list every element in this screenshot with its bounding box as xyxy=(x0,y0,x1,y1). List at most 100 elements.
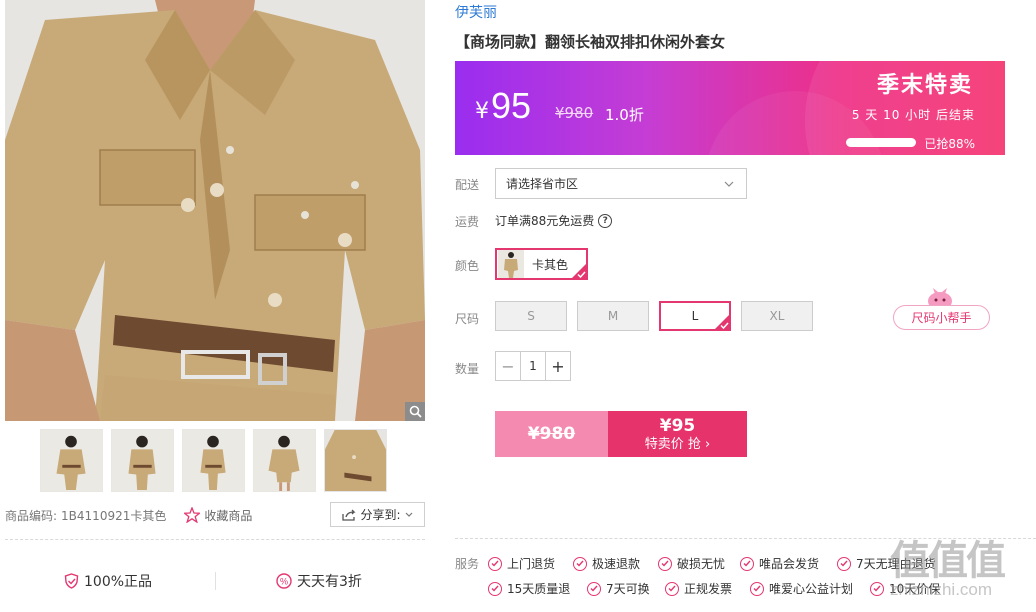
service-item: 极速退款 xyxy=(573,555,640,572)
selected-check-icon xyxy=(572,264,586,278)
check-circle-icon xyxy=(658,556,672,571)
divider xyxy=(5,539,425,540)
size-option-l-label: L xyxy=(691,309,699,323)
quantity-input[interactable]: 1 xyxy=(520,352,546,380)
color-swatch-thumbnail xyxy=(498,250,524,278)
buy-button-group: ¥980 ¥95 特卖价 抢 › xyxy=(495,411,747,457)
quantity-increase-button[interactable]: + xyxy=(546,352,570,380)
zoom-button[interactable] xyxy=(405,402,425,421)
color-label: 颜色 xyxy=(455,259,480,273)
service-item-label: 唯品会发货 xyxy=(759,557,820,571)
service-item: 正规发票 xyxy=(665,580,732,597)
quantity-stepper: − 1 + xyxy=(495,351,571,381)
discount-rate: 1.0折 xyxy=(605,106,644,124)
service-item: 唯品会发货 xyxy=(740,555,819,572)
color-option-label: 卡其色 xyxy=(532,257,569,272)
sale-title: 季末特卖 xyxy=(876,73,973,98)
size-option-xl[interactable]: XL xyxy=(741,301,813,331)
color-option-khaki[interactable]: 卡其色 xyxy=(495,248,588,280)
thumbnail-2[interactable] xyxy=(111,429,174,492)
service-item-label: 15天质量退 xyxy=(507,582,571,596)
buy-now-price: ¥95 xyxy=(659,415,696,436)
check-circle-icon xyxy=(740,556,754,571)
buy-now-label: 特卖价 抢 › xyxy=(644,436,711,452)
price-banner: ¥ 95 ¥980 1.0折 季末特卖 5 天 10 小时 后结束 已抢88% xyxy=(455,61,1005,155)
check-circle-icon xyxy=(488,556,502,571)
thumbnail-1[interactable] xyxy=(40,429,103,492)
svg-text:%: % xyxy=(280,577,288,587)
check-circle-icon xyxy=(665,581,679,596)
currency-symbol: ¥ xyxy=(475,99,489,124)
quantity-decrease-button[interactable]: − xyxy=(496,352,520,380)
question-icon[interactable]: ? xyxy=(598,213,613,228)
buy-original-price: ¥980 xyxy=(495,411,608,457)
product-main-image[interactable] xyxy=(5,0,425,421)
chevron-down-icon xyxy=(724,181,734,187)
service-item: 7天可换 xyxy=(587,580,650,597)
product-meta-row: 商品编码: 1B4110921卡其色 收藏商品 分享到: xyxy=(5,502,425,527)
check-circle-icon xyxy=(870,581,884,596)
service-item-label: 正规发票 xyxy=(684,582,733,596)
product-code-value: 1B4110921卡其色 xyxy=(61,508,167,523)
service-item-label: 唯爱心公益计划 xyxy=(769,582,854,596)
caret-down-icon xyxy=(405,512,412,517)
size-helper-button[interactable]: 尺码小帮手 xyxy=(893,305,990,330)
star-icon xyxy=(184,507,201,523)
shipping-label: 运费 xyxy=(455,215,480,229)
service-item-label: 上门退货 xyxy=(507,557,556,571)
shipping-text: 订单满88元免运费 xyxy=(495,214,595,228)
product-code-label: 商品编码: xyxy=(5,508,58,523)
buy-now-button[interactable]: ¥95 特卖价 抢 › xyxy=(608,411,747,457)
service-item: 15天质量退 xyxy=(488,580,570,597)
service-item: 上门退货 xyxy=(488,555,555,572)
magnifier-icon xyxy=(409,405,422,418)
promise-daily-discount-label: 天天有3折 xyxy=(297,574,362,590)
check-circle-icon xyxy=(750,581,764,596)
service-item-label: 7天可换 xyxy=(606,582,650,596)
check-circle-icon xyxy=(573,556,587,571)
sold-progress-bar xyxy=(846,138,916,147)
service-item: 唯爱心公益计划 xyxy=(750,580,853,597)
services-label: 服务 xyxy=(455,557,480,571)
favorite-button[interactable]: 收藏商品 xyxy=(184,507,252,524)
favorite-label: 收藏商品 xyxy=(204,508,253,523)
service-item-label: 极速退款 xyxy=(592,557,641,571)
thumbnail-3[interactable] xyxy=(182,429,245,492)
current-price-value: 95 xyxy=(491,85,532,126)
delivery-label: 配送 xyxy=(455,178,480,192)
share-label: 分享到: xyxy=(360,508,401,522)
watermark-url: zhizhizhi.com xyxy=(890,580,993,599)
promise-daily-discount: % 天天有3折 xyxy=(276,571,362,591)
promise-authentic-label: 100%正品 xyxy=(84,574,153,590)
quantity-label: 数量 xyxy=(455,362,480,376)
thumbnail-strip xyxy=(40,429,387,492)
shield-icon xyxy=(64,573,79,589)
watermark-glyphs: 值值值 xyxy=(890,538,1006,584)
current-price: ¥ 95 xyxy=(475,85,531,127)
check-circle-icon xyxy=(587,581,601,596)
sold-percentage: 已抢88% xyxy=(924,137,975,151)
size-label: 尺码 xyxy=(455,312,480,326)
percent-badge-icon: % xyxy=(276,573,292,589)
check-circle-icon xyxy=(837,556,851,571)
size-option-l[interactable]: L xyxy=(659,301,731,331)
divider xyxy=(215,572,216,590)
thumbnail-4[interactable] xyxy=(253,429,316,492)
sold-progress-fill xyxy=(847,139,907,146)
selected-check-icon xyxy=(714,314,730,330)
share-button[interactable]: 分享到: xyxy=(330,502,425,527)
size-option-m[interactable]: M xyxy=(577,301,649,331)
service-item: 破损无忧 xyxy=(658,555,725,572)
shipping-info: 订单满88元免运费 ? xyxy=(495,212,613,229)
thumbnail-5[interactable] xyxy=(324,429,387,492)
share-icon xyxy=(342,509,357,521)
brand-link[interactable]: 伊芙丽 xyxy=(455,2,497,22)
delivery-region-value: 请选择省市区 xyxy=(506,177,579,191)
product-title: 【商场同款】翻领长袖双排扣休闲外套女 xyxy=(455,33,726,51)
original-price: ¥980 xyxy=(555,104,594,122)
size-option-s[interactable]: S xyxy=(495,301,567,331)
check-circle-icon xyxy=(488,581,502,596)
service-item-label: 破损无忧 xyxy=(677,557,726,571)
delivery-region-select[interactable]: 请选择省市区 xyxy=(495,168,747,199)
countdown-timer: 5 天 10 小时 后结束 xyxy=(851,108,975,122)
